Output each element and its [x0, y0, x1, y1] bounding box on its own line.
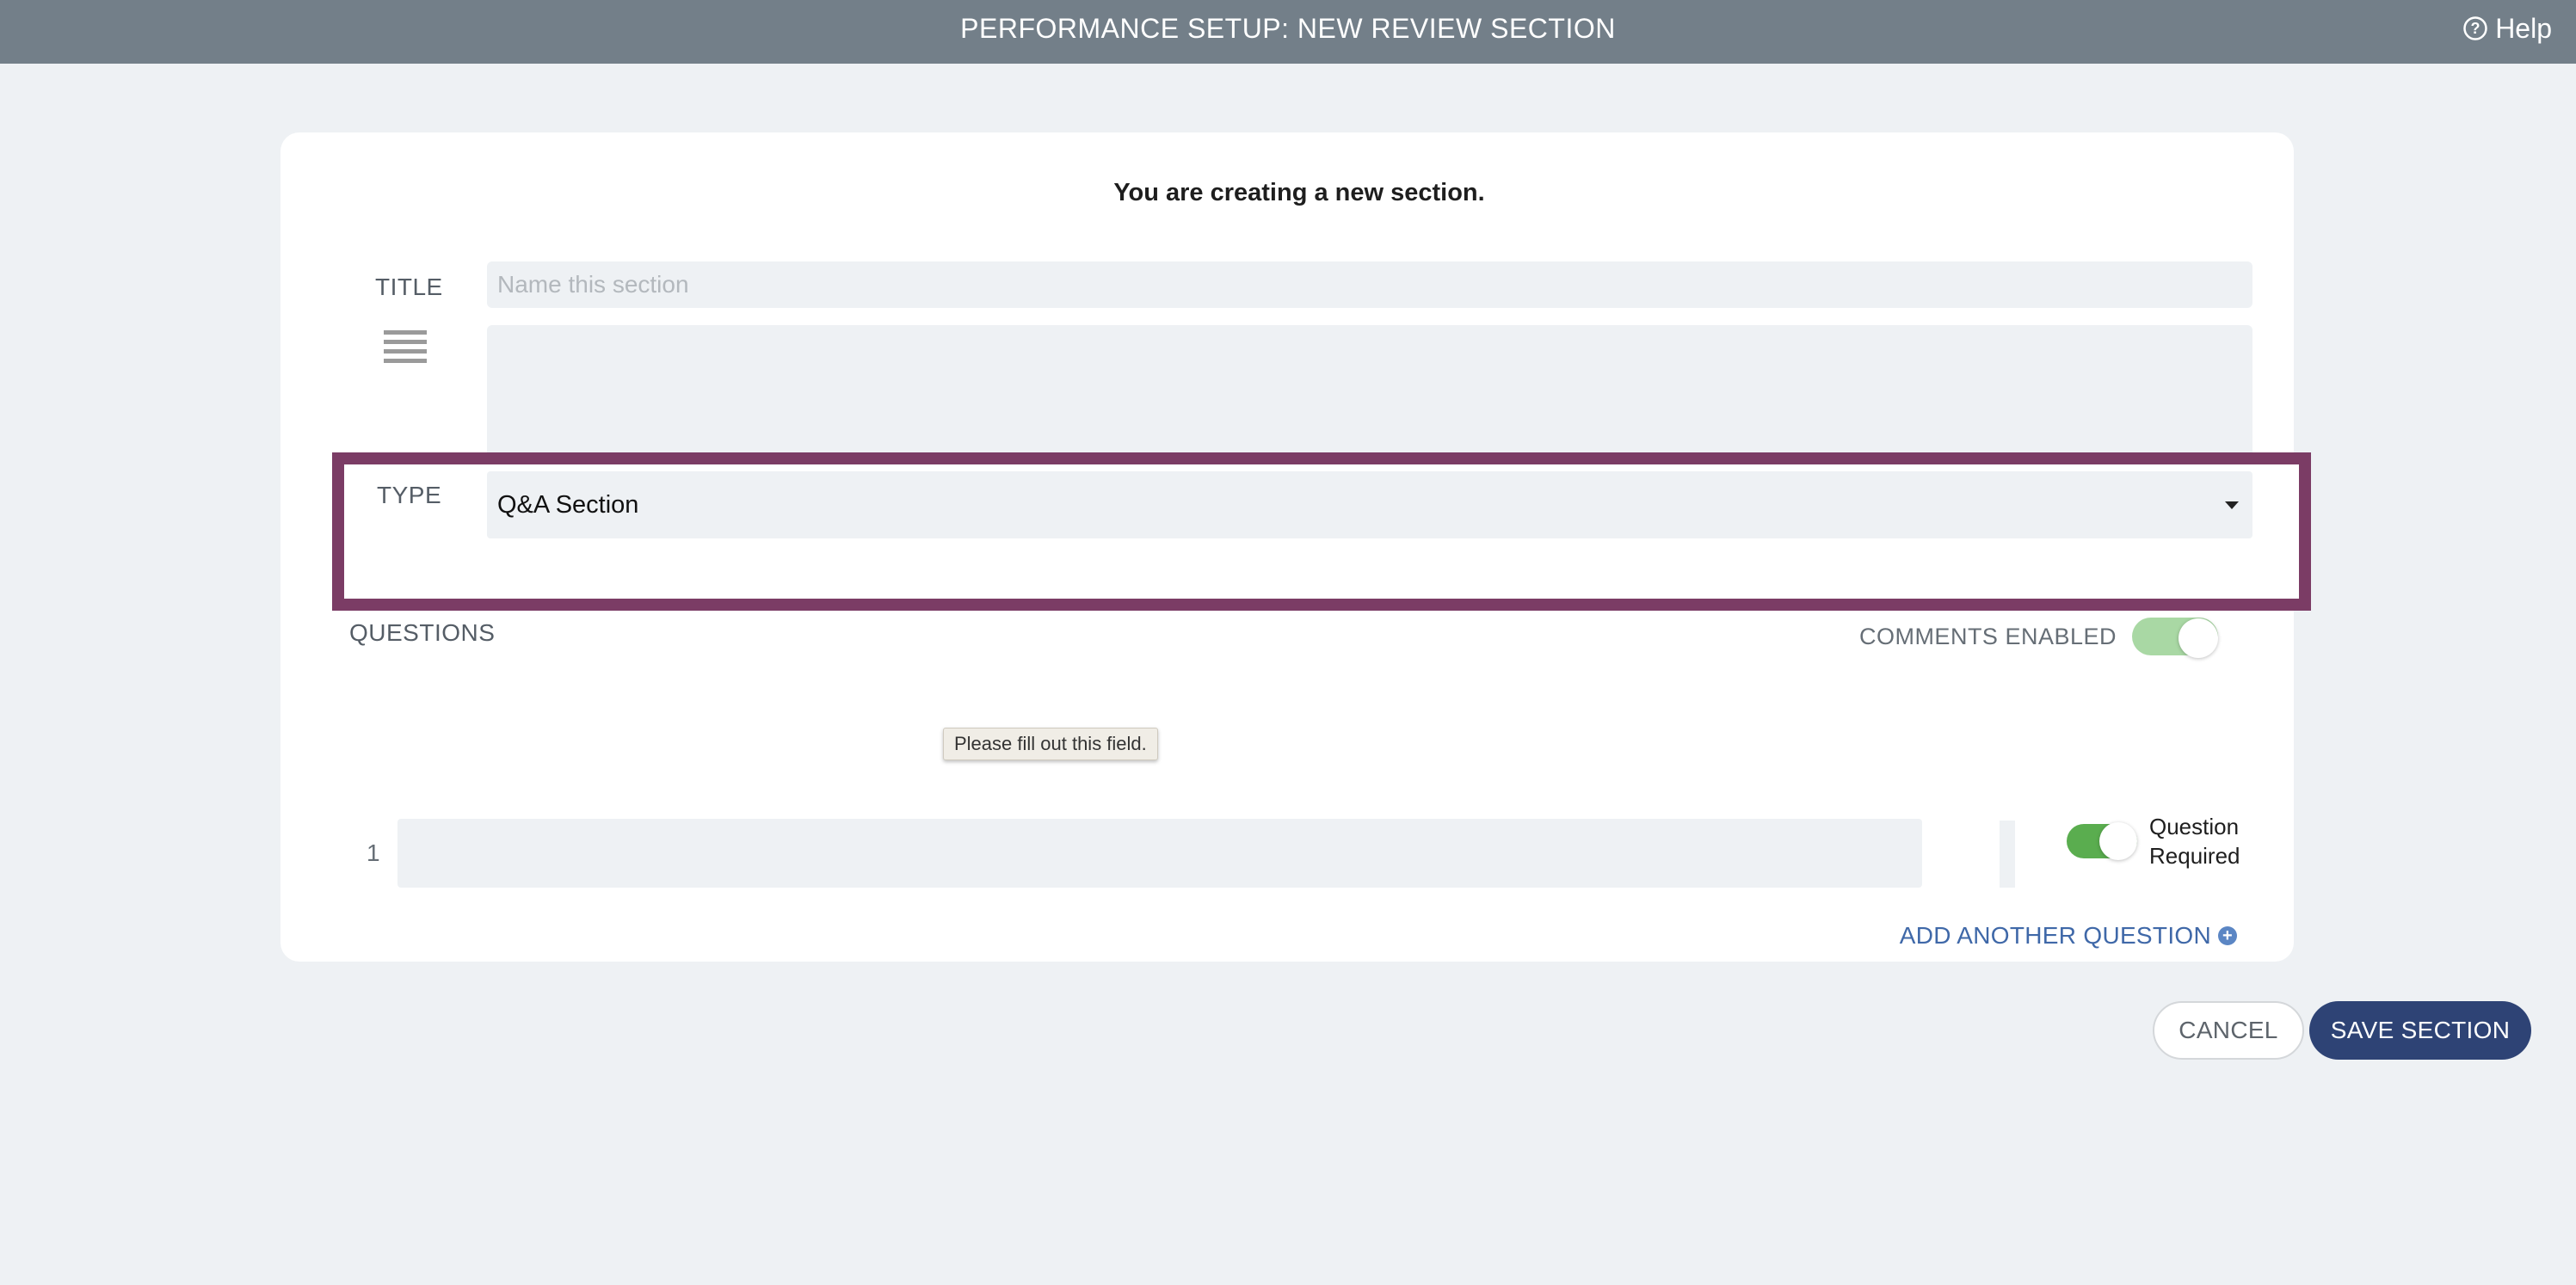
top-bar: PERFORMANCE SETUP: NEW REVIEW SECTION ? … — [0, 0, 2576, 64]
question-input[interactable] — [397, 819, 1922, 888]
save-section-button[interactable]: SAVE SECTION — [2309, 1001, 2531, 1060]
question-circle-icon: ? — [2463, 16, 2487, 40]
question-number: 1 — [367, 839, 380, 866]
title-label: TITLE — [375, 274, 443, 300]
add-another-question-link[interactable]: ADD ANOTHER QUESTION + — [1900, 922, 2237, 950]
form-heading: You are creating a new section. — [1113, 179, 1485, 206]
comments-enabled-label: COMMENTS ENABLED — [1858, 623, 2117, 649]
question-required-row: Question Required — [2067, 812, 2240, 870]
question-drag-handle[interactable] — [2000, 821, 2015, 888]
toggle-knob — [2179, 618, 2218, 658]
section-description-input[interactable] — [487, 325, 2252, 463]
plus-circle-icon: + — [2218, 926, 2237, 945]
add-another-question-label: ADD ANOTHER QUESTION — [1899, 922, 2211, 949]
section-title-input[interactable] — [487, 261, 2252, 308]
toggle-knob — [2099, 822, 2137, 860]
caret-down-icon — [2225, 501, 2239, 509]
page-title: PERFORMANCE SETUP: NEW REVIEW SECTION — [960, 13, 1616, 44]
comments-enabled-toggle[interactable] — [2132, 618, 2218, 658]
section-form-card: You are creating a new section. TITLE TY… — [280, 132, 2531, 1060]
text-align-icon — [384, 330, 427, 370]
svg-text:?: ? — [2471, 20, 2480, 37]
help-label: Help — [2495, 12, 2552, 44]
section-type-select[interactable]: Q&A Section — [487, 471, 2252, 538]
validation-tooltip: Please fill out this field. — [943, 728, 1158, 760]
comments-enabled-row: COMMENTS ENABLED — [1858, 618, 2218, 658]
type-label: TYPE — [377, 482, 442, 508]
cancel-button[interactable]: CANCEL — [2153, 1001, 2304, 1060]
question-required-label: Question Required — [2149, 814, 2240, 869]
questions-label: QUESTIONS — [349, 619, 496, 646]
question-required-toggle[interactable] — [2067, 822, 2137, 860]
help-link[interactable]: ? Help — [2462, 12, 2552, 45]
section-type-value: Q&A Section — [497, 490, 639, 519]
